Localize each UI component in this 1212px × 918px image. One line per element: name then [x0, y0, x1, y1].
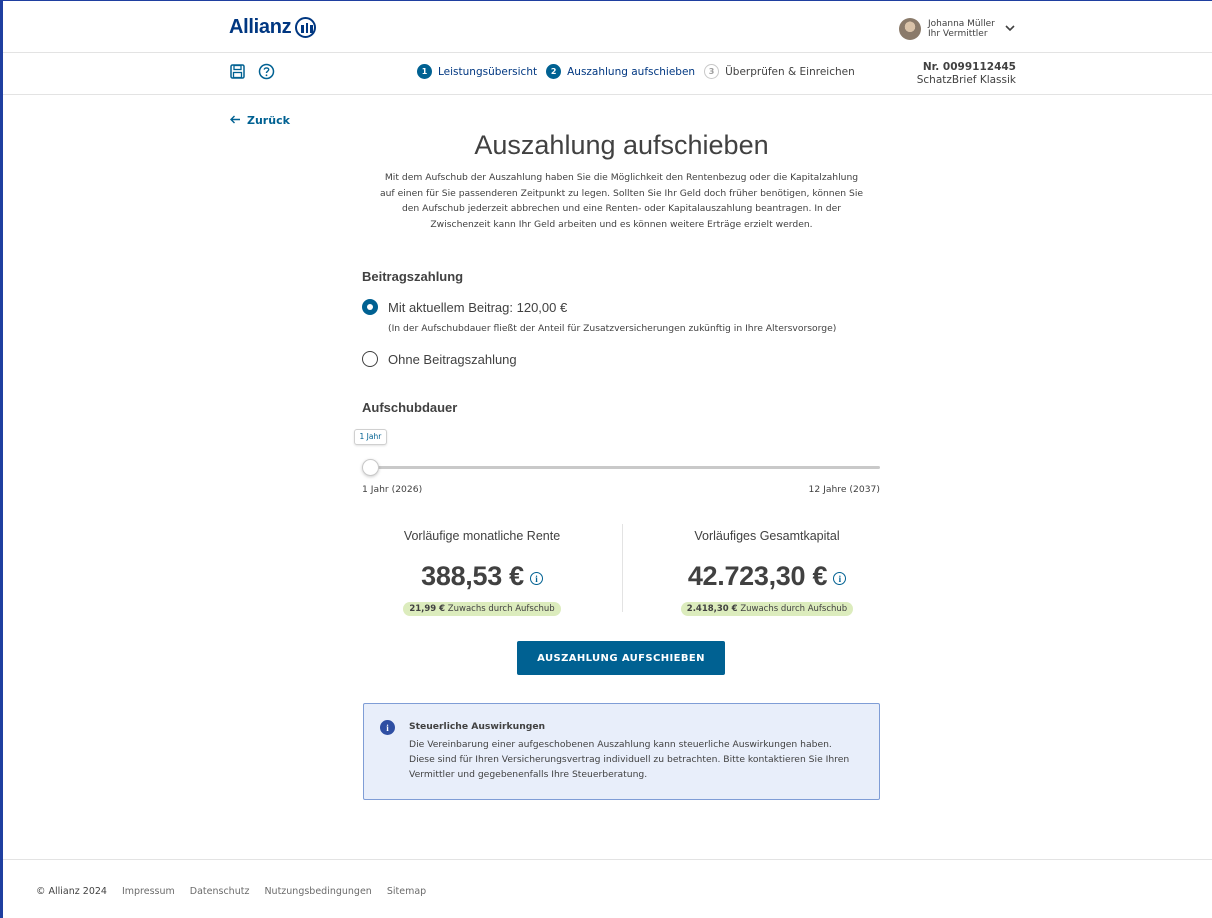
result-rente: Vorläufige monatliche Rente 388,53 € i 2… [357, 529, 607, 616]
radio-label: Ohne Beitragszahlung [388, 351, 517, 367]
copyright: © Allianz 2024 [36, 886, 107, 897]
slider-tooltip: 1 Jahr [353, 429, 388, 445]
save-icon[interactable] [229, 63, 246, 80]
step-ueberpruefen-einreichen: 3 Überprüfen & Einreichen [704, 64, 855, 79]
arrow-left-icon [230, 114, 241, 127]
step-label: Überprüfen & Einreichen [725, 65, 855, 78]
info-icon[interactable]: i [529, 572, 543, 585]
radio-ohne-beitrag[interactable]: Ohne Beitragszahlung [362, 351, 517, 367]
result-label: Vorläufige monatliche Rente [403, 529, 561, 543]
footer-link-sitemap[interactable]: Sitemap [387, 886, 426, 897]
contract-info: Nr. 0099112445 SchatzBrief Klassik [917, 61, 1016, 87]
gain-amount: 21,99 € [409, 604, 446, 614]
notice-line: Vermittler und gegebenenfalls Ihre Steue… [409, 769, 648, 780]
user-menu[interactable]: Johanna Müller Ihr Vermittler [899, 18, 1015, 40]
gain-text: Zuwachs durch Aufschub [447, 604, 555, 614]
result-value-wrap: 42.723,30 € i [642, 561, 892, 592]
slider-track[interactable] [362, 466, 880, 469]
user-info: Johanna Müller Ihr Vermittler [928, 19, 995, 39]
footer: © Allianz 2024 Impressum Datenschutz Nut… [3, 859, 1212, 918]
step-label: Leistungsübersicht [438, 65, 538, 78]
contract-product: SchatzBrief Klassik [916, 74, 1016, 86]
gain-badge: 21,99 € Zuwachs durch Aufschub [403, 602, 561, 616]
info-icon[interactable]: i [833, 572, 847, 585]
footer-link-impressum[interactable]: Impressum [122, 886, 175, 897]
tax-notice: i Steuerliche Auswirkungen Die Vereinbar… [363, 703, 880, 800]
intro-text: Mit dem Aufschub der Auszahlung haben Si… [362, 170, 881, 232]
gain-badge: 2.418,30 € Zuwachs durch Aufschub [680, 602, 854, 616]
radio-unchecked-icon[interactable] [362, 351, 378, 367]
step-auszahlung-aufschieben[interactable]: 2 Auszahlung aufschieben [546, 64, 695, 79]
result-kapital: Vorläufiges Gesamtkapital 42.723,30 € i … [642, 529, 892, 616]
step-leistungsuebersicht[interactable]: 1 Leistungsübersicht [417, 64, 537, 79]
radio-mit-beitrag[interactable]: Mit aktuellem Beitrag: 120,00 € [362, 299, 567, 315]
intro-line: auf einen für Sie passenderen Zeitpunkt … [379, 187, 864, 199]
intro-line: den Aufschub jederzeit abbrechen und ein… [401, 203, 842, 214]
back-label: Zurück [247, 114, 290, 127]
radio-label: Mit aktuellem Beitrag: 120,00 € [388, 299, 568, 315]
notice-text: Die Vereinbarung einer aufgeschobenen Au… [409, 737, 869, 782]
top-header: Allianz Johanna Müller Ihr Vermittler [3, 1, 1212, 53]
slider-min-label: 1 Jahr (2026) [362, 484, 423, 495]
allianz-logo[interactable]: Allianz [229, 16, 317, 39]
info-icon: i [380, 720, 395, 735]
notice-line: Diese sind für Ihren Versicherungsvertra… [409, 754, 850, 765]
notice-title: Steuerliche Auswirkungen [409, 721, 546, 732]
allianz-logo-icon [295, 17, 317, 38]
chevron-down-icon[interactable] [1005, 24, 1015, 35]
result-value: 388,53 € [421, 561, 524, 591]
contract-number: Nr. 0099112445 [922, 61, 1016, 73]
slider-max-label: 12 Jahre (2037) [808, 484, 880, 495]
radio-note: (In der Aufschubdauer fließt der Anteil … [388, 323, 837, 334]
result-value-wrap: 388,53 € i [357, 561, 607, 592]
user-role: Ihr Vermittler [928, 29, 988, 39]
result-label: Vorläufiges Gesamtkapital [694, 529, 840, 543]
help-icon[interactable] [258, 63, 275, 80]
step-number: 1 [417, 64, 432, 79]
radio-checked-icon[interactable] [362, 299, 378, 315]
intro-line: Zwischenzeit kann Ihr Geld arbeiten und … [430, 218, 813, 230]
step-number: 2 [546, 64, 562, 79]
progress-bar: 1 Leistungsübersicht 2 Auszahlung aufsch… [3, 54, 1212, 95]
page-title: Auszahlung aufschieben [474, 130, 769, 160]
user-name: Johanna Müller [928, 19, 995, 29]
avatar [899, 18, 921, 40]
step-label: Auszahlung aufschieben [567, 65, 696, 78]
auszahlung-aufschieben-button[interactable]: AUSZAHLUNG AUFSCHIEBEN [517, 641, 725, 675]
aufschubdauer-heading: Aufschubdauer [362, 400, 458, 415]
slider-thumb[interactable] [362, 459, 379, 476]
intro-line: Mit dem Aufschub der Auszahlung haben Si… [384, 172, 859, 183]
footer-link-datenschutz[interactable]: Datenschutz [190, 886, 250, 897]
stepper: 1 Leistungsübersicht 2 Auszahlung aufsch… [417, 64, 864, 79]
notice-line: Die Vereinbarung einer aufgeschobenen Au… [409, 739, 832, 750]
toolbar [229, 63, 275, 80]
gain-amount: 2.418,30 € [686, 604, 738, 614]
gain-text: Zuwachs durch Aufschub [740, 604, 848, 614]
result-value: 42.723,30 € [687, 561, 828, 591]
footer-link-nutzungsbedingungen[interactable]: Nutzungsbedingungen [264, 886, 371, 897]
beitragszahlung-heading: Beitragszahlung [362, 269, 464, 284]
results-divider [622, 524, 623, 612]
logo-wordmark: Allianz [229, 16, 292, 38]
footer-links: © Allianz 2024 Impressum Datenschutz Nut… [36, 886, 426, 897]
step-number: 3 [704, 64, 720, 79]
back-link[interactable]: Zurück [230, 114, 290, 127]
